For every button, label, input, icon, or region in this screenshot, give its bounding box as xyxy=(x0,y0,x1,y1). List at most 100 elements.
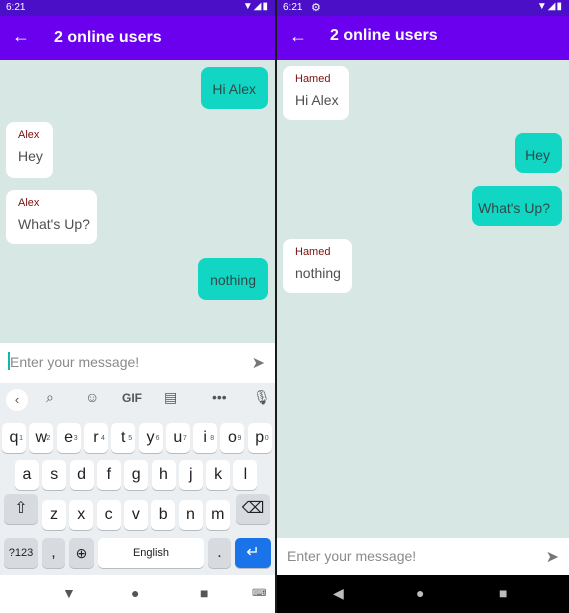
symbols-key[interactable]: ?123 xyxy=(4,538,38,568)
globe-icon[interactable]: ⊕ xyxy=(69,538,94,568)
sender-name: Hamed xyxy=(295,73,331,85)
key-v[interactable]: v xyxy=(123,500,148,530)
key-label: r xyxy=(93,429,99,446)
key-k[interactable]: k xyxy=(206,460,231,490)
search-icon[interactable]: ⌕ xyxy=(46,389,54,406)
wifi-icon: ▼ xyxy=(242,1,254,12)
key-hint: 2 xyxy=(46,435,51,442)
key-label: m xyxy=(211,506,225,523)
key-f[interactable]: f xyxy=(96,460,121,490)
nav-recents-icon[interactable]: ■ xyxy=(499,585,507,601)
arrow-left-icon[interactable]: ← xyxy=(289,26,307,47)
send-icon[interactable]: ➤ xyxy=(546,547,559,567)
message-outgoing: nothing xyxy=(198,258,268,300)
message-text: nothing xyxy=(210,272,256,288)
send-icon[interactable]: ➤ xyxy=(252,353,265,373)
message-input-bar: Enter your message! ➤ xyxy=(277,538,569,576)
message-input[interactable]: Enter your message! xyxy=(287,548,416,564)
key-label: v xyxy=(131,506,140,523)
chevron-left-icon[interactable]: ‹ xyxy=(6,389,28,411)
gif-button[interactable]: GIF xyxy=(122,391,142,405)
key-h[interactable]: h xyxy=(151,460,176,490)
key-s[interactable]: s xyxy=(42,460,67,490)
left-phone: 6:21 ▼◢▮ ← 2 online users Hi Alex Alex H… xyxy=(0,0,275,613)
message-text: What's Up? xyxy=(18,216,90,232)
chat-area[interactable]: Hi Alex Alex Hey Alex What's Up? nothing xyxy=(0,60,275,343)
key-label: u xyxy=(173,429,183,446)
key-label: p xyxy=(255,429,265,446)
key-label: f xyxy=(106,466,112,483)
nav-home-icon[interactable]: ● xyxy=(416,585,424,601)
key-t[interactable]: t5 xyxy=(111,423,136,453)
key-c[interactable]: c xyxy=(96,500,121,530)
key-g[interactable]: g xyxy=(124,460,149,490)
key-n[interactable]: n xyxy=(178,500,203,530)
period-key[interactable]: . xyxy=(208,538,231,568)
keyboard-icon[interactable]: ⌨ xyxy=(252,588,266,599)
key-hint: 9 xyxy=(237,435,242,442)
nav-back-icon[interactable]: ◀ xyxy=(333,585,344,602)
key-hint: 8 xyxy=(210,435,215,442)
message-text: Hi Alex xyxy=(212,81,256,97)
sender-name: Hamed xyxy=(295,246,331,258)
message-incoming: Hamed nothing xyxy=(283,239,352,293)
microphone-icon[interactable]: 🎙 xyxy=(253,389,271,406)
key-label: c xyxy=(104,506,113,523)
key-i[interactable]: i8 xyxy=(193,423,218,453)
message-incoming: Hamed Hi Alex xyxy=(283,66,349,120)
key-o[interactable]: o9 xyxy=(220,423,245,453)
message-text: Hey xyxy=(525,147,550,163)
key-hint: 6 xyxy=(155,435,160,442)
shift-key[interactable]: ⇧ xyxy=(4,494,38,524)
key-e[interactable]: e3 xyxy=(56,423,81,453)
key-r[interactable]: r4 xyxy=(83,423,108,453)
key-d[interactable]: d xyxy=(69,460,94,490)
backspace-key[interactable]: ⌫ xyxy=(236,494,270,524)
chat-area[interactable]: Hamed Hi Alex Hey What's Up? Hamed nothi… xyxy=(277,60,569,538)
key-p[interactable]: p0 xyxy=(247,423,272,453)
key-label: w xyxy=(35,429,48,446)
clipboard-icon[interactable]: ▤ xyxy=(164,389,177,406)
key-z[interactable]: z xyxy=(42,500,66,530)
sender-name: Alex xyxy=(18,129,40,141)
nav-home-icon[interactable]: ● xyxy=(131,585,139,601)
navigation-bar: ◀ ● ■ xyxy=(277,575,569,613)
status-time: 6:21 xyxy=(283,2,303,13)
key-a[interactable]: a xyxy=(15,460,39,490)
key-label: y xyxy=(146,429,155,446)
message-input[interactable]: Enter your message! xyxy=(10,354,139,370)
keyboard: ‹ ⌕ ☺ GIF ▤ ••• 🎙 q1w2e3r4t5y6u7i8o9p0 a… xyxy=(0,383,275,575)
comma-key[interactable]: , xyxy=(42,538,65,568)
key-b[interactable]: b xyxy=(151,500,176,530)
key-hint: 3 xyxy=(73,435,78,442)
key-j[interactable]: j xyxy=(178,460,203,490)
key-hint: 5 xyxy=(128,435,133,442)
key-u[interactable]: u7 xyxy=(165,423,190,453)
wifi-icon: ▼ xyxy=(536,1,548,12)
key-label: d xyxy=(77,466,87,483)
key-w[interactable]: w2 xyxy=(29,423,54,453)
app-bar: ← 2 online users xyxy=(277,16,569,60)
more-icon[interactable]: ••• xyxy=(212,389,227,405)
key-y[interactable]: y6 xyxy=(138,423,163,453)
enter-key[interactable]: ↵ xyxy=(235,538,271,568)
message-outgoing: What's Up? xyxy=(472,186,562,226)
sticker-icon[interactable]: ☺ xyxy=(85,389,99,405)
key-l[interactable]: l xyxy=(233,460,258,490)
key-label: j xyxy=(189,466,193,483)
nav-recents-icon[interactable]: ■ xyxy=(200,585,208,601)
message-text: Hi Alex xyxy=(295,92,339,108)
key-label: g xyxy=(131,466,141,483)
message-text: Hey xyxy=(18,148,43,164)
right-phone: 6:21 ⚙ ▼◢▮ ← 2 online users Hamed Hi Ale… xyxy=(277,0,569,613)
app-bar: ← 2 online users xyxy=(0,16,275,60)
space-key[interactable]: English xyxy=(98,538,204,568)
key-x[interactable]: x xyxy=(69,500,94,530)
nav-back-icon[interactable]: ▼ xyxy=(62,585,76,601)
key-q[interactable]: q1 xyxy=(2,423,26,453)
sender-name: Alex xyxy=(18,197,40,209)
page-title: 2 online users xyxy=(330,27,438,44)
key-label: x xyxy=(77,506,86,523)
arrow-left-icon[interactable]: ← xyxy=(12,26,30,47)
key-m[interactable]: m xyxy=(205,500,230,530)
